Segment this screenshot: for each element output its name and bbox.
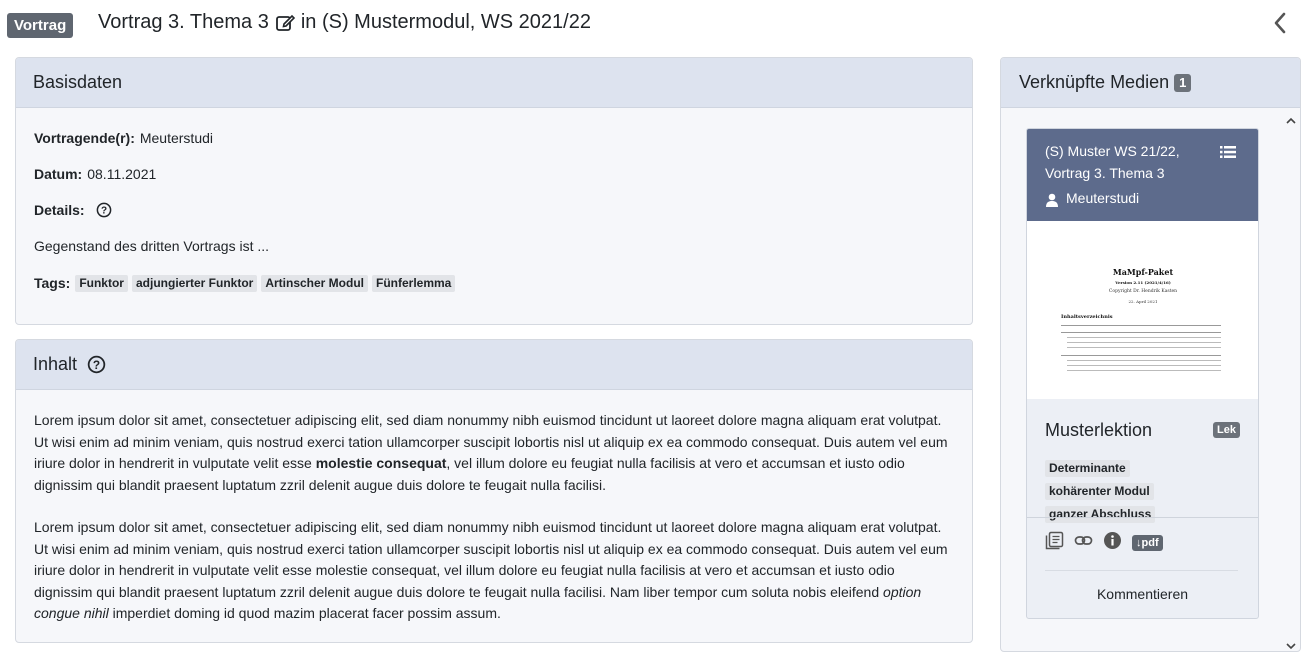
lesson-title-row: Musterlektion Lek bbox=[1045, 413, 1240, 447]
tag[interactable]: kohärenter Modul bbox=[1045, 483, 1154, 500]
tag[interactable]: Fünferlemma bbox=[372, 274, 456, 292]
basisdaten-header: Basisdaten bbox=[16, 58, 972, 108]
medium-body: Musterlektion Lek Determinante kohärenter… bbox=[1027, 399, 1258, 528]
help-icon[interactable]: ? bbox=[87, 355, 106, 374]
comment-button[interactable]: Kommentieren bbox=[1027, 586, 1258, 602]
scroll-up-icon[interactable] bbox=[1286, 113, 1296, 124]
divider bbox=[1027, 517, 1258, 518]
svg-text:?: ? bbox=[93, 358, 100, 372]
content-paragraph: Lorem ipsum dolor sit amet, consectetuer… bbox=[34, 517, 954, 625]
medium-card: (S) Muster WS 21/22, Vortrag 3. Thema 3 … bbox=[1026, 128, 1259, 619]
doc-version: Version 2.11 (2021/4/16) bbox=[1115, 280, 1171, 285]
divider bbox=[1045, 570, 1238, 571]
link-icon[interactable] bbox=[1074, 531, 1093, 555]
help-icon[interactable]: ? bbox=[96, 202, 112, 218]
inhalt-body: Lorem ipsum dolor sit amet, consectetuer… bbox=[16, 390, 972, 642]
basisdaten-body: Vortragende(r): Meuterstudi Datum: 08.11… bbox=[16, 108, 972, 309]
date-label: Datum: bbox=[34, 166, 83, 182]
info-icon[interactable] bbox=[1103, 531, 1122, 555]
tags-label: Tags: bbox=[34, 275, 71, 291]
date-value: 08.11.2021 bbox=[87, 166, 157, 182]
pdf-download-button[interactable]: ↓pdf bbox=[1132, 535, 1163, 551]
doc-toc-line bbox=[1061, 325, 1221, 326]
tag[interactable]: Artinscher Modul bbox=[261, 274, 368, 292]
doc-copyright: Copyright Dr. Hendrik Kasten bbox=[1108, 289, 1178, 294]
scroll-down-icon[interactable] bbox=[1286, 638, 1296, 650]
inhalt-header: Inhalt ? bbox=[16, 340, 972, 390]
doc-toc-line bbox=[1061, 332, 1221, 333]
lesson-title[interactable]: Musterlektion bbox=[1045, 420, 1152, 441]
media-header: Verknüpfte Medien 1 bbox=[1001, 58, 1300, 108]
content-paragraph: Lorem ipsum dolor sit amet, consectetuer… bbox=[34, 410, 954, 496]
doc-toc-line bbox=[1061, 355, 1221, 356]
inhalt-title: Inhalt bbox=[33, 354, 78, 374]
media-card: Verknüpfte Medien 1 (S) Muster WS 21/22,… bbox=[1000, 57, 1301, 652]
details-label: Details: bbox=[34, 202, 85, 218]
edit-icon[interactable] bbox=[275, 13, 295, 33]
speaker-row: Vortragende(r): Meuterstudi bbox=[34, 127, 954, 163]
doc-date: 22. April 2021 bbox=[1128, 299, 1158, 304]
svg-text:?: ? bbox=[101, 206, 107, 217]
doc-toc-line bbox=[1067, 342, 1221, 343]
library-icon[interactable] bbox=[1045, 531, 1064, 555]
speaker-label: Vortragende(r): bbox=[34, 130, 135, 146]
paragraph-text: Lorem ipsum dolor sit amet, consectetuer… bbox=[34, 519, 948, 600]
doc-toc-line bbox=[1067, 360, 1221, 361]
medium-actions: ↓pdf bbox=[1045, 531, 1163, 555]
medium-thumbnail[interactable]: MaMpf-Paket Version 2.11 (2021/4/16) Cop… bbox=[1027, 221, 1258, 399]
doc-toc-line bbox=[1067, 370, 1221, 371]
page-title: Vortrag 3. Thema 3 in (S) Mustermodul, W… bbox=[98, 11, 591, 34]
lesson-badge: Lek bbox=[1213, 422, 1240, 438]
chevron-left-icon[interactable] bbox=[1270, 10, 1290, 36]
page-title-context: in (S) Mustermodul, WS 2021/22 bbox=[300, 11, 591, 33]
document-preview: MaMpf-Paket Version 2.11 (2021/4/16) Cop… bbox=[1057, 267, 1229, 371]
media-count-badge: 1 bbox=[1174, 73, 1192, 92]
speaker-value: Meuterstudi bbox=[139, 130, 214, 146]
medium-user: Meuterstudi bbox=[1045, 187, 1240, 209]
list-icon[interactable] bbox=[1220, 143, 1236, 158]
basisdaten-title: Basisdaten bbox=[33, 72, 123, 92]
paragraph-text: imperdiet doming id quod mazim placerat … bbox=[108, 605, 501, 621]
medium-title-line1: (S) Muster WS 21/22, bbox=[1045, 143, 1180, 159]
basisdaten-card: Basisdaten Vortragende(r): Meuterstudi D… bbox=[15, 57, 973, 325]
medium-user-name: Meuterstudi bbox=[1066, 190, 1140, 206]
doc-toc-line bbox=[1067, 365, 1221, 366]
media-title: Verknüpfte Medien bbox=[1019, 72, 1170, 92]
details-row: Details: ? bbox=[34, 199, 954, 235]
doc-title: MaMpf-Paket bbox=[1112, 267, 1174, 277]
page-header: Vortrag Vortrag 3. Thema 3 in (S) Muster… bbox=[0, 0, 1316, 50]
doc-toc-line bbox=[1067, 337, 1221, 338]
user-icon bbox=[1045, 191, 1059, 207]
page-title-text: Vortrag 3. Thema 3 bbox=[98, 11, 269, 33]
description-text: Gegenstand des dritten Vortrags ist ... bbox=[34, 238, 270, 254]
date-row: Datum: 08.11.2021 bbox=[34, 163, 954, 199]
tags-row: Tags: Funktor adjungierter Funktor Artin… bbox=[34, 271, 954, 295]
type-badge: Vortrag bbox=[7, 13, 74, 38]
inhalt-card: Inhalt ? Lorem ipsum dolor sit amet, con… bbox=[15, 339, 973, 643]
medium-card-header[interactable]: (S) Muster WS 21/22, Vortrag 3. Thema 3 … bbox=[1027, 129, 1258, 221]
tag[interactable]: adjungierter Funktor bbox=[131, 274, 258, 292]
tag[interactable]: ganzer Abschluss bbox=[1045, 506, 1156, 523]
medium-title-line2: Vortrag 3. Thema 3 bbox=[1045, 165, 1165, 181]
tag[interactable]: Funktor bbox=[75, 274, 128, 292]
doc-toc-line bbox=[1067, 347, 1221, 348]
doc-toc-heading: Inhaltsverzeichnis bbox=[1061, 314, 1113, 320]
paragraph-bold: molestie consequat bbox=[315, 455, 447, 471]
description-row: Gegenstand des dritten Vortrags ist ... bbox=[34, 235, 954, 271]
tag[interactable]: Determinante bbox=[1045, 460, 1130, 477]
